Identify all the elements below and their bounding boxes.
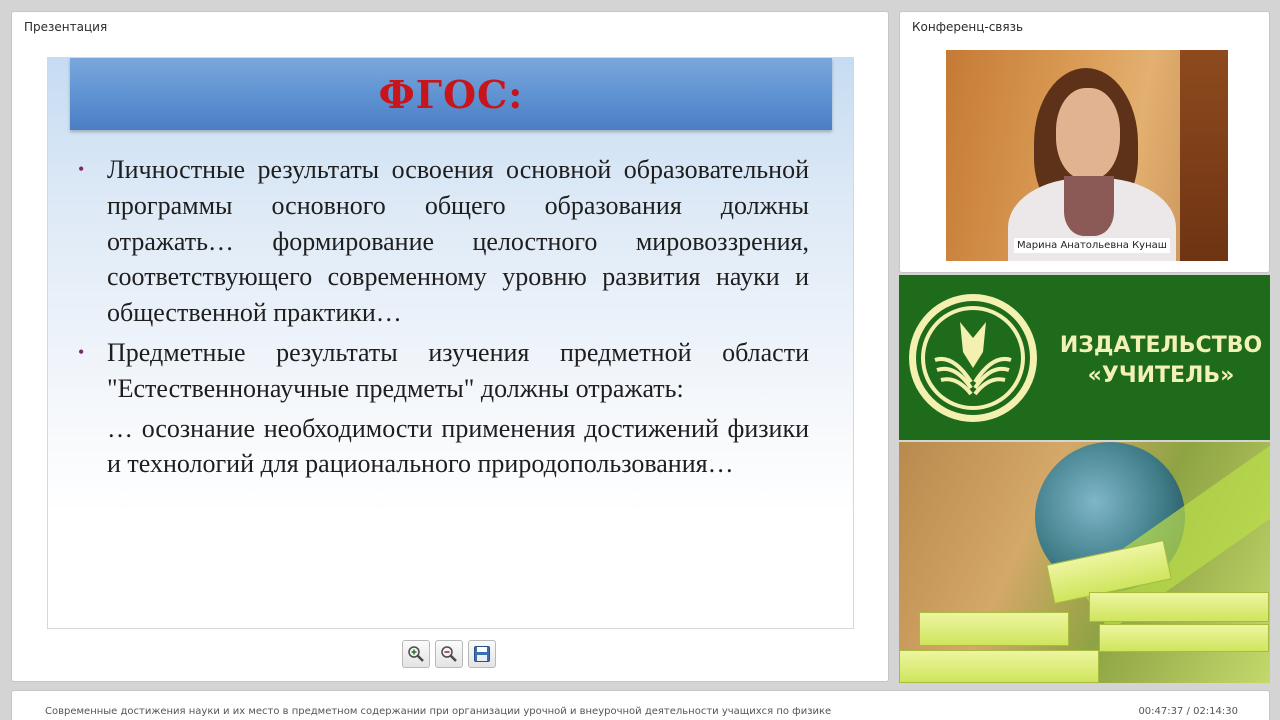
publisher-banner: ИЗДАТЕЛЬСТВО «УЧИТЕЛЬ» [899, 275, 1270, 683]
slide-bullet-2: Предметные результаты изучения предметно… [78, 335, 809, 407]
presentation-panel: Презентация ФГОС: Личностные результаты … [11, 11, 889, 682]
playback-time: 00:47:37 / 02:14:30 [1138, 706, 1238, 717]
slide-body: Личностные результаты освоения основной … [78, 152, 809, 482]
slide-header: ФГОС: [70, 58, 832, 130]
save-button[interactable] [468, 640, 496, 668]
zoom-out-icon [441, 646, 457, 662]
publisher-logo-icon [909, 294, 1037, 422]
slide-toolbar [402, 640, 496, 668]
slide: ФГОС: Личностные результаты освоения осн… [47, 57, 854, 629]
speaker-name-tag: Марина Анатольевна Кунаш [1014, 238, 1170, 253]
webinar-title: Современные достижения науки и их место … [45, 706, 832, 717]
bottom-bar: Современные достижения науки и их место … [11, 690, 1270, 720]
zoom-out-button[interactable] [435, 640, 463, 668]
publisher-name: ИЗДАТЕЛЬСТВО «УЧИТЕЛЬ» [1059, 333, 1263, 388]
slide-bullet-1: Личностные результаты освоения основной … [78, 152, 809, 331]
zoom-in-button[interactable] [402, 640, 430, 668]
presentation-panel-title: Презентация [24, 20, 108, 34]
floppy-disk-icon [474, 646, 490, 662]
slide-title: ФГОС: [378, 72, 524, 117]
books-globe-image [899, 432, 1270, 683]
conference-panel-title: Конференц-связь [912, 20, 1024, 34]
webcam-video: Марина Анатольевна Кунаш [946, 50, 1228, 261]
conference-panel: Конференц-связь Марина Анатольевна Кунаш [899, 11, 1270, 273]
slide-sub-paragraph: … осознание необходимости применения дос… [107, 413, 809, 479]
zoom-in-icon [408, 646, 424, 662]
